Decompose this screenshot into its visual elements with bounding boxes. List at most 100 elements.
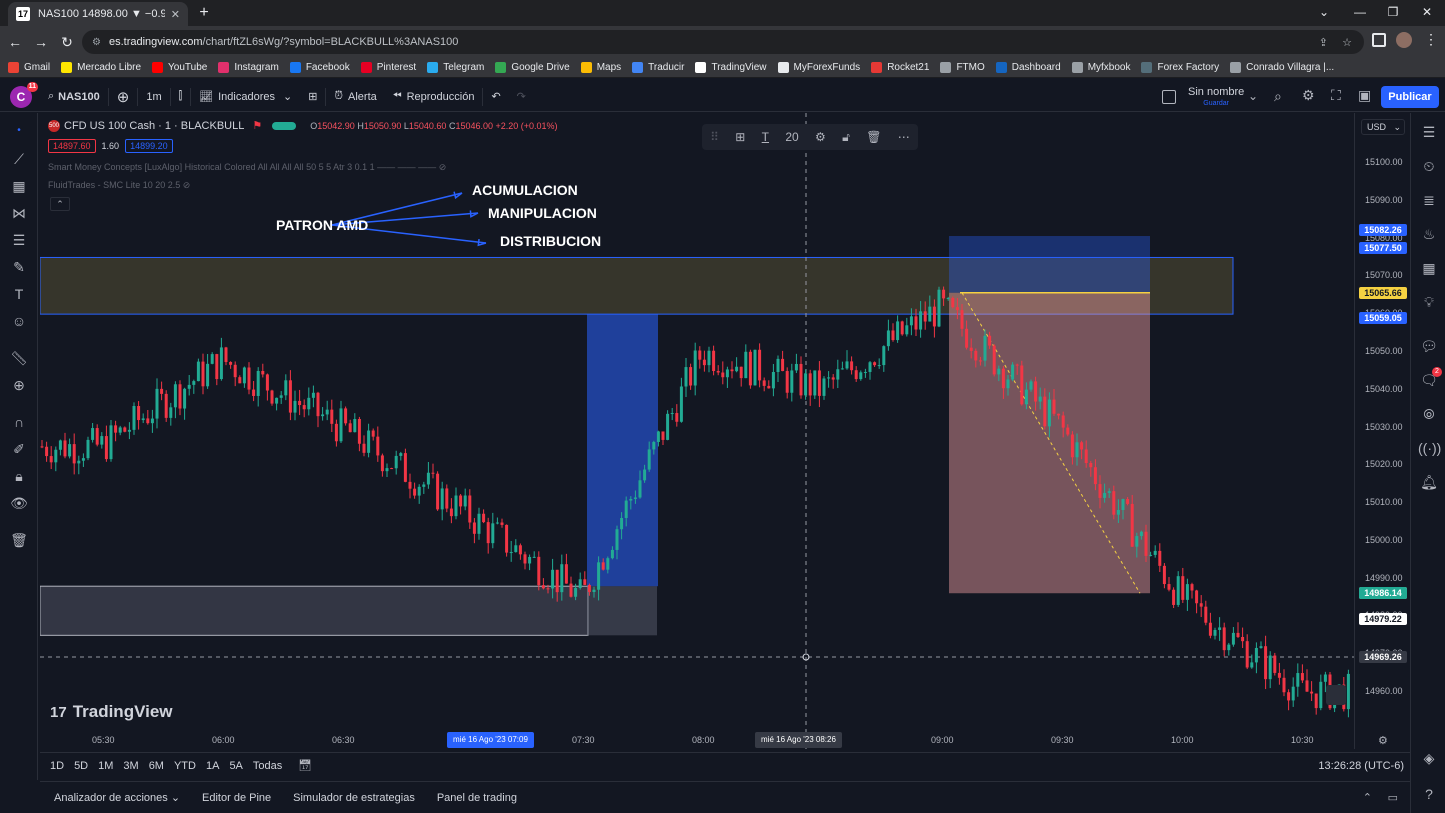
range-ytd[interactable]: YTD (174, 760, 196, 772)
range-5a[interactable]: 5A (229, 760, 242, 772)
bookmark-item[interactable]: Facebook (289, 62, 350, 73)
bookmark-item[interactable]: Myfxbook (1071, 62, 1130, 73)
url-input[interactable]: ⚙ es.tradingview.com/chart/ftZL6sWg/?sym… (82, 30, 1364, 54)
gear-icon[interactable]: ⚙ (815, 130, 826, 144)
bookmark-item[interactable]: Telegram (427, 62, 484, 73)
help-icon[interactable]: ? (1418, 783, 1440, 805)
close-window-button[interactable]: ✕ (1417, 3, 1437, 21)
chart-pane[interactable] (40, 113, 1354, 749)
magnet-icon[interactable]: ∩ (9, 412, 29, 432)
browser-menu-icon[interactable]: ⋮ (1424, 31, 1438, 48)
user-avatar[interactable]: C 11 (10, 81, 38, 108)
unlock-icon[interactable]: 🔓︎ (842, 130, 850, 145)
compare-symbol-button[interactable]: ⊕ (109, 82, 138, 112)
bookmark-item[interactable]: Maps (580, 62, 621, 73)
more-icon[interactable]: ⋯ (898, 130, 910, 144)
close-tab-icon[interactable]: ✕ (171, 8, 180, 21)
hidden-eye-icon[interactable]: ⊘ (183, 180, 191, 190)
bookmark-item[interactable]: Rocket21 (871, 62, 929, 73)
zoom-in-icon[interactable]: ⊕ (9, 375, 29, 395)
collapse-legend-button[interactable]: ⌃ (50, 197, 70, 211)
tab-search-icon[interactable]: ⌄ (1314, 3, 1334, 21)
layout-chevron-icon[interactable]: ⌄ (1248, 89, 1258, 103)
fib-grid-icon[interactable]: ▦ (9, 176, 29, 196)
indicator-fluidtrades[interactable]: FluidTrades - SMC Lite 10 20 2.5 ⊘ (48, 180, 190, 191)
annotation-distribucion[interactable]: DISTRIBUCION (500, 233, 601, 249)
interval-button[interactable]: 1m (138, 82, 169, 112)
settings-gear-icon[interactable]: ⚙ (1302, 87, 1315, 104)
maximize-panel-icon[interactable]: ▭ (1388, 791, 1398, 804)
trend-line-icon[interactable]: ⟋ (9, 149, 29, 169)
browser-tab[interactable]: 17 NAS100 14898.00 ▼ −0.99% Sin ✕ (8, 2, 188, 26)
range-1d[interactable]: 1D (50, 760, 64, 772)
symbol-search-button[interactable]: ⌕ NAS100 (40, 82, 108, 112)
bookmark-item[interactable]: YouTube (152, 62, 207, 73)
reload-button[interactable]: ↻ (56, 31, 78, 53)
range-todas[interactable]: Todas (253, 760, 282, 772)
font-size-value[interactable]: 20 (785, 130, 798, 144)
timezone-clock[interactable]: 13:26:28 (UTC-6) (1318, 760, 1404, 772)
hidden-eye-icon[interactable]: ⊘ (439, 162, 447, 172)
object-tree-icon[interactable]: ≣ (1418, 189, 1440, 211)
fullscreen-icon[interactable]: ⛶ (1331, 87, 1341, 104)
pattern-icon[interactable]: ⋈ (9, 203, 29, 223)
messages-icon[interactable]: 🗨︎ 2 (1418, 367, 1442, 391)
alert-button[interactable]: ⏰︎ Alerta (326, 82, 384, 112)
bookmark-item[interactable]: Traducir (632, 62, 684, 73)
chat-bubble-icon[interactable]: 💬︎ (1418, 335, 1440, 357)
bookmark-star-icon[interactable]: ☆ (1342, 36, 1352, 49)
go-to-date-icon[interactable]: 📅︎ (298, 759, 312, 772)
redo-button[interactable]: ↷ (509, 82, 534, 112)
time-axis[interactable]: 05:30 06:00 06:30 07:30 08:00 09:00 09:30 10:00… (40, 730, 1354, 750)
bid-price[interactable]: 14897.60 (48, 139, 96, 153)
axis-settings-icon[interactable]: ⚙ (1378, 734, 1388, 747)
publish-button[interactable]: Publicar (1381, 86, 1439, 108)
layout-name-button[interactable]: Sin nombre Guardar (1188, 86, 1244, 110)
annotation-acumulacion[interactable]: ACUMULACION (472, 182, 578, 198)
text-tool-icon[interactable]: T (9, 284, 29, 304)
quick-search-icon[interactable]: ⌕ (1274, 88, 1282, 105)
minimize-window-button[interactable]: — (1350, 3, 1370, 21)
replay-button[interactable]: ⏪︎ Reproducción (385, 82, 483, 112)
share-icon[interactable]: ⇪ (1319, 36, 1328, 49)
bookmark-item[interactable]: Gmail (8, 62, 50, 73)
profile-avatar[interactable] (1396, 32, 1412, 48)
legend-symbol[interactable]: CFD US 100 Cash · 1 · BLACKBULL (64, 120, 244, 132)
range-1a[interactable]: 1A (206, 760, 219, 772)
range-6m[interactable]: 6M (149, 760, 164, 772)
drag-handle-icon[interactable]: ⠿ (710, 130, 719, 144)
indicators-button[interactable]: 📈︎ Indicadores ⌄ (191, 82, 300, 112)
ruler-icon[interactable]: 📏︎ (9, 348, 29, 368)
delete-icon[interactable]: 🗑︎ (866, 130, 881, 144)
broadcast-icon[interactable]: ((·)) (1418, 437, 1441, 459)
tab-pine-editor[interactable]: Editor de Pine (202, 792, 271, 804)
cursor-dot-icon[interactable]: • (9, 121, 29, 141)
chart-type-button[interactable]: ⫿ (171, 82, 191, 112)
bookmark-item[interactable]: Conrado Villagra |... (1230, 62, 1334, 73)
range-5d[interactable]: 5D (74, 760, 88, 772)
new-tab-button[interactable]: + (196, 4, 212, 22)
annotation-manipulacion[interactable]: MANIPULACION (488, 205, 597, 221)
forecast-icon[interactable]: ☰ (9, 230, 29, 250)
annotation-patron-amd[interactable]: PATRON AMD (276, 217, 368, 233)
undo-button[interactable]: ↶ (483, 82, 508, 112)
range-1m[interactable]: 1M (98, 760, 113, 772)
tab-trading-panel[interactable]: Panel de trading (437, 792, 517, 804)
bookmark-item[interactable]: Forex Factory (1141, 62, 1219, 73)
layout-checkbox-icon[interactable] (1162, 90, 1176, 104)
chart-canvas[interactable] (40, 113, 1354, 749)
stay-drawing-icon[interactable]: ✐ (9, 439, 29, 459)
brush-icon[interactable]: ✎ (9, 257, 29, 277)
bookmark-item[interactable]: Mercado Libre (61, 62, 141, 73)
bookmark-item[interactable]: MyForexFunds (777, 62, 860, 73)
flag-icon[interactable]: ⚑ (252, 119, 262, 132)
watchlist-icon[interactable]: ☰ (1418, 121, 1440, 143)
forward-button[interactable]: → (30, 31, 52, 53)
text-color-icon[interactable]: T (762, 130, 769, 144)
calendar-grid-icon[interactable]: ▦ (1418, 257, 1440, 279)
tab-strategy-tester[interactable]: Simulador de estrategias (293, 792, 415, 804)
lock-icon[interactable]: 🔒︎ (9, 466, 29, 486)
camera-icon[interactable]: ▣ (1358, 87, 1371, 104)
collapse-panel-icon[interactable]: ⌃ (1363, 791, 1372, 804)
alerts-clock-icon[interactable]: ⏲︎ (1418, 155, 1440, 177)
